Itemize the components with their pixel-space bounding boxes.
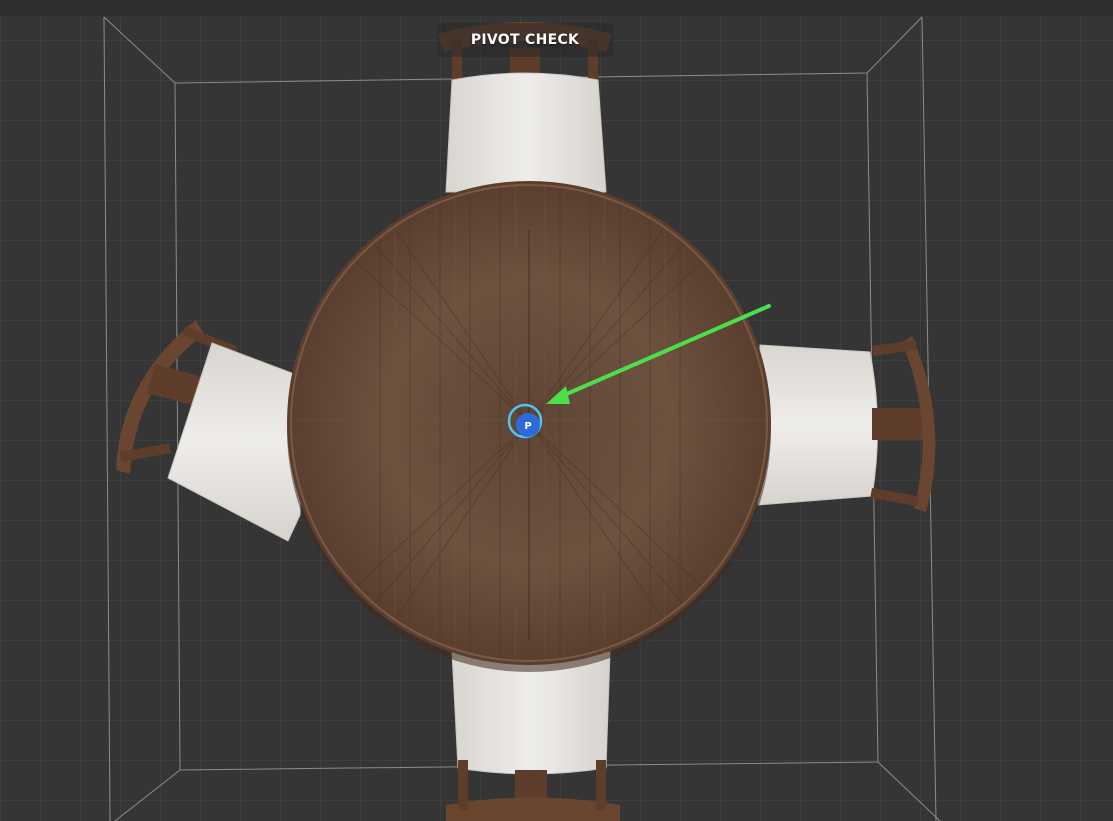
pivot-check-title: PIVOT CHECK — [437, 23, 613, 57]
scene-canvas[interactable]: P — [0, 0, 1113, 821]
pivot-marker-label: P — [524, 421, 531, 432]
3d-viewport[interactable]: P PIVOT CHECK — [0, 0, 1113, 821]
